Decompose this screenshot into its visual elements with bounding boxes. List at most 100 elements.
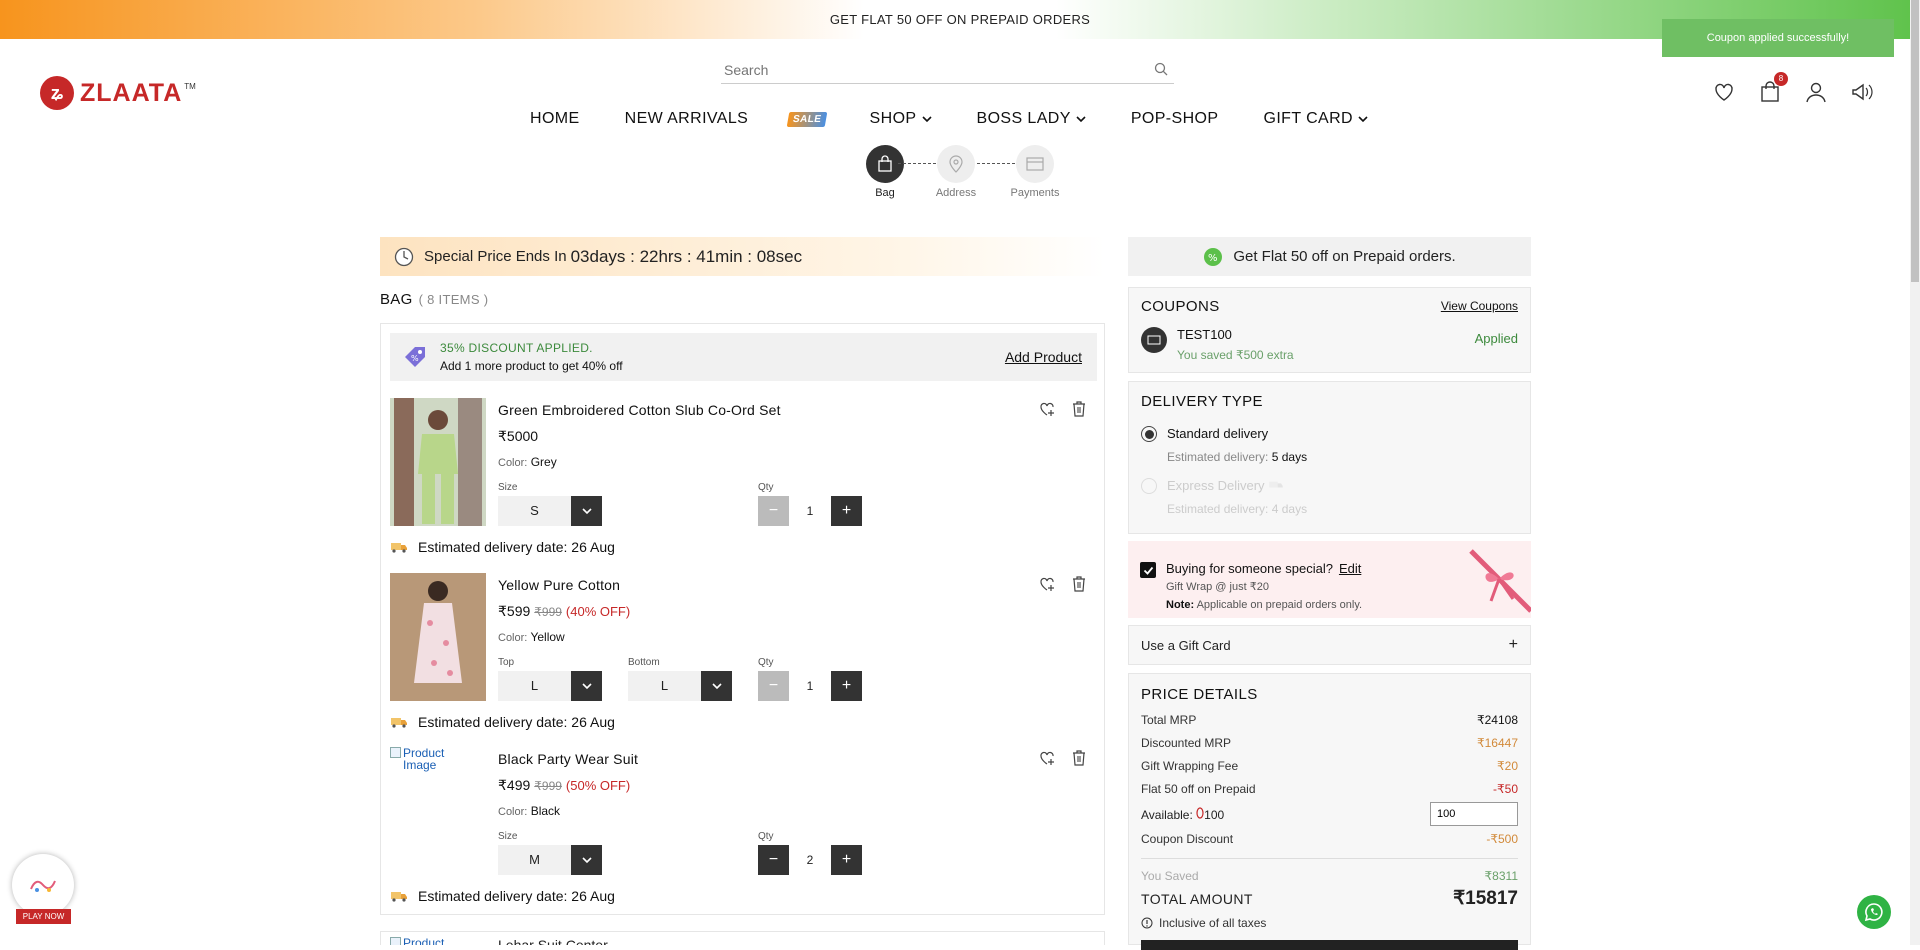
delete-trash-icon[interactable] (1070, 749, 1088, 767)
total-value: ₹15817 (1453, 888, 1518, 909)
brand-logo[interactable]: ʑ ZLAATA TM (40, 76, 196, 110)
delete-trash-icon[interactable] (1070, 575, 1088, 593)
trademark: TM (184, 81, 196, 91)
product-image[interactable] (390, 573, 486, 701)
step-payments[interactable]: Payments (1005, 145, 1065, 199)
scrollbar-thumb[interactable] (1911, 0, 1919, 282)
standard-delivery-option[interactable]: Standard delivery Estimated delivery: 5 … (1141, 426, 1518, 464)
timer-prefix: Special Price Ends In (424, 248, 567, 265)
points-redeem-input[interactable] (1430, 802, 1518, 826)
price-value: ₹24108 (1476, 713, 1518, 727)
size-select[interactable]: S (498, 496, 602, 526)
gift-wrap-checkbox[interactable] (1140, 562, 1156, 578)
play-now-widget[interactable]: PLAY NOW (12, 854, 74, 926)
move-to-wishlist-icon[interactable] (1038, 400, 1056, 418)
broken-image-icon (390, 747, 401, 758)
product-image[interactable] (390, 398, 486, 526)
tax-note: Inclusive of all taxes (1141, 916, 1518, 930)
note-label: Note: (1166, 599, 1195, 611)
step-bag[interactable]: Bag (855, 145, 915, 199)
color-label: Color: (498, 632, 528, 644)
place-order-button[interactable] (1141, 940, 1518, 950)
wishlist-heart-icon[interactable] (1712, 80, 1736, 104)
main-nav: HOME NEW ARRIVALS SALE SHOP BOSS LADY PO… (530, 108, 1368, 130)
item-actions (1038, 575, 1088, 593)
bag-step-icon (866, 145, 904, 183)
nav-pop-shop[interactable]: POP-SHOP (1131, 110, 1219, 128)
product-name[interactable]: Yellow Pure Cotton (498, 577, 620, 593)
product-price-value: ₹599 (498, 603, 531, 619)
radio-selected[interactable] (1141, 426, 1157, 442)
express-delivery-option: Express Delivery Estimated delivery: 4 d… (1141, 478, 1518, 516)
qty-decrease-button[interactable]: − (758, 496, 789, 526)
qty-decrease-button[interactable]: − (758, 671, 789, 701)
gift-wrap-card: Buying for someone special? Edit Gift Wra… (1128, 541, 1531, 618)
quantity-stepper: − 1 + (758, 671, 862, 701)
user-account-icon[interactable] (1804, 80, 1828, 104)
nav-home[interactable]: HOME (530, 110, 580, 128)
gift-card-label: Use a Gift Card (1141, 637, 1231, 653)
product-price-value: ₹5000 (498, 428, 539, 444)
megaphone-icon[interactable] (1850, 80, 1874, 104)
top-size-select[interactable]: L (498, 671, 602, 701)
step-address[interactable]: Address (926, 145, 986, 199)
product-price: ₹499 ₹999 (50% OFF) (498, 777, 630, 794)
info-icon (1141, 917, 1153, 929)
nav-home-label: HOME (530, 110, 580, 127)
qty-increase-button[interactable]: + (831, 671, 862, 701)
option-name-text: Express Delivery (1167, 478, 1265, 493)
coupon-code: TEST100 (1177, 327, 1232, 342)
search-icon[interactable] (1154, 62, 1168, 76)
color-label: Color: (498, 457, 528, 469)
tax-note-text: Inclusive of all taxes (1159, 916, 1267, 930)
delivery-truck-icon (391, 718, 407, 728)
move-to-wishlist-icon[interactable] (1038, 575, 1056, 593)
qty-increase-button[interactable]: + (831, 845, 862, 875)
page-scrollbar[interactable] (1910, 0, 1920, 945)
nav-shop-label: SHOP (869, 110, 917, 127)
total-amount-row: TOTAL AMOUNT ₹15817 (1141, 887, 1518, 910)
cart-item: Yellow Pure Cotton ₹599 ₹999 (40% OFF) Col… (390, 573, 1097, 733)
product-name[interactable]: Green Embroidered Cotton Slub Co-Ord Set (498, 402, 781, 418)
product-name[interactable]: Lehar Suit Center (498, 937, 608, 945)
product-price: ₹599 ₹999 (40% OFF) (498, 603, 630, 620)
game-logo-icon (12, 854, 74, 916)
add-product-link[interactable]: Add Product (1005, 349, 1082, 365)
bag-title: BAG (380, 291, 413, 308)
price-details-title: PRICE DETAILS (1141, 686, 1258, 703)
qty-increase-button[interactable]: + (831, 496, 862, 526)
delivery-date: Estimated delivery date: 26 Aug (418, 888, 615, 904)
gift-edit-link[interactable]: Edit (1339, 561, 1361, 576)
view-coupons-link[interactable]: View Coupons (1441, 299, 1518, 313)
clock-icon (394, 247, 414, 266)
estimated-delivery: Estimated delivery date: 26 Aug (390, 888, 615, 904)
product-name[interactable]: Black Party Wear Suit (498, 751, 638, 767)
bottom-size-label: Bottom (628, 657, 660, 668)
saved-value: ₹8311 (1484, 869, 1518, 883)
nav-new-arrivals[interactable]: NEW ARRIVALS (625, 110, 749, 128)
chevron-down-icon (701, 671, 732, 701)
search-input[interactable] (721, 61, 1141, 78)
size-select[interactable]: M (498, 845, 602, 875)
nav-new-arrivals-label: NEW ARRIVALS (624, 110, 749, 127)
gift-card-toggle[interactable]: Use a Gift Card + (1128, 625, 1531, 665)
bottom-size-select[interactable]: L (628, 671, 732, 701)
nav-shop[interactable]: SHOP (870, 110, 932, 128)
estimate-label: Estimated delivery: (1167, 450, 1269, 464)
whatsapp-chat-icon[interactable] (1857, 895, 1891, 929)
qty-label: Qty (758, 657, 774, 668)
nav-sale[interactable]: SALE (786, 111, 828, 127)
move-to-wishlist-icon[interactable] (1038, 749, 1056, 767)
step-address-label: Address (935, 187, 977, 199)
product-image-broken[interactable]: Product Image (390, 747, 486, 875)
nav-gift-card[interactable]: GIFT CARD (1263, 110, 1368, 128)
nav-boss-lady[interactable]: BOSS LADY (977, 110, 1086, 128)
qty-decrease-button[interactable]: − (758, 845, 789, 875)
cart-button[interactable]: 8 (1758, 72, 1788, 104)
price-value: ₹16447 (1476, 736, 1518, 750)
chevron-down-icon (571, 496, 602, 526)
estimate-value: 4 days (1271, 502, 1308, 516)
nav-pop-shop-label: POP-SHOP (1130, 110, 1219, 127)
delete-trash-icon[interactable] (1070, 400, 1088, 418)
product-image-broken[interactable]: Product (390, 937, 444, 945)
